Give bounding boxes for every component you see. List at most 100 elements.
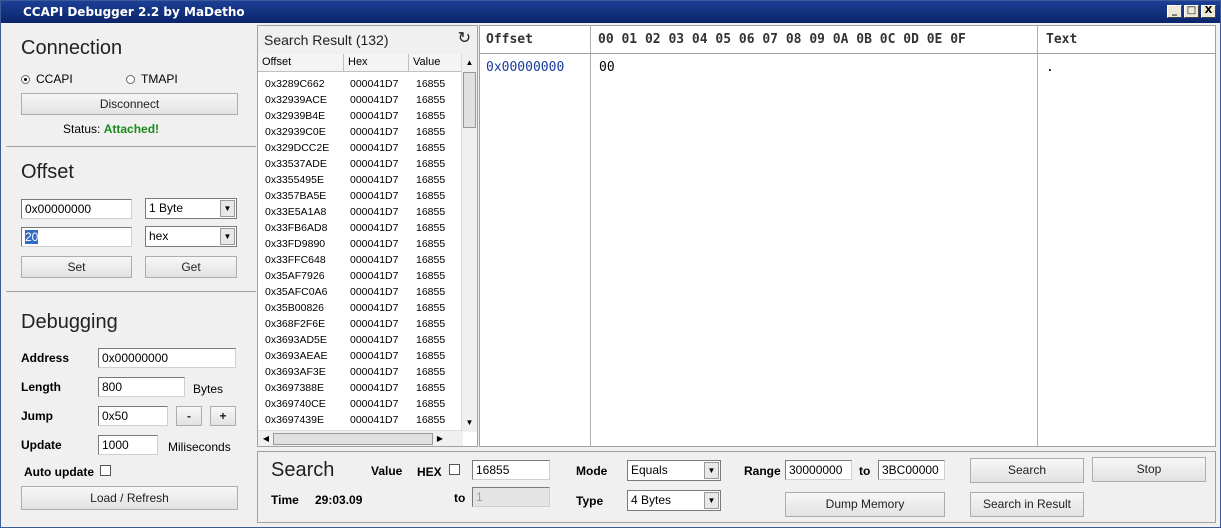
scroll-right-icon[interactable]: ▶	[433, 432, 447, 446]
scroll-up-icon[interactable]: ▲	[463, 56, 476, 70]
debug-address-input[interactable]: 0x00000000	[98, 348, 236, 368]
window-controls: _ □ X	[1167, 5, 1216, 18]
length-input[interactable]: 800	[98, 377, 185, 397]
search-value-input[interactable]: 16855	[472, 460, 550, 480]
results-horizontal-scrollbar[interactable]: ◀ ▶	[258, 430, 463, 446]
hex-row-text[interactable]: .	[1046, 60, 1054, 75]
jump-input[interactable]: 0x50	[98, 406, 168, 426]
chevron-down-icon: ▼	[220, 200, 235, 217]
disconnect-button[interactable]: Disconnect	[21, 93, 238, 115]
results-offset-cell: 0x368F2F6E	[265, 318, 326, 330]
refresh-icon[interactable]: ↻	[458, 31, 471, 47]
format-select[interactable]: hex ▼	[145, 226, 237, 247]
update-unit: Miliseconds	[168, 440, 231, 454]
results-value-cell: 16855	[416, 382, 446, 394]
size-select-value: 1 Byte	[149, 201, 184, 215]
set-button[interactable]: Set	[21, 256, 132, 278]
dump-memory-button[interactable]: Dump Memory	[785, 492, 945, 517]
results-offset-cell: 0x3357BA5E	[265, 190, 327, 202]
tmapi-label: TMAPI	[141, 72, 178, 86]
table-row[interactable]: 0x3357BA5E 000041D7 16855	[258, 188, 464, 204]
format-select-value: hex	[149, 229, 169, 243]
table-row[interactable]: 0x3693AD5E 000041D7 16855	[258, 332, 464, 348]
table-row[interactable]: 0x35AF7926 000041D7 16855	[258, 268, 464, 284]
table-row[interactable]: 0x33537ADE 000041D7 16855	[258, 156, 464, 172]
stop-button[interactable]: Stop	[1092, 457, 1206, 482]
table-row[interactable]: 0x33FFC648 000041D7 16855	[258, 252, 464, 268]
table-row[interactable]: 0x369740CE 000041D7 16855	[258, 396, 464, 412]
ccapi-radio[interactable]: CCAPI	[21, 72, 73, 86]
scroll-left-icon[interactable]: ◀	[259, 432, 273, 446]
search-to-input[interactable]: 1	[472, 487, 550, 507]
results-offset-cell: 0x32939C0E	[265, 126, 326, 138]
offset-value-input[interactable]: 20	[21, 227, 132, 247]
length-unit: Bytes	[193, 382, 224, 396]
table-row[interactable]: 0x32939B4E 000041D7 16855	[258, 108, 464, 124]
table-row[interactable]: 0x32939ACE 000041D7 16855	[258, 92, 464, 108]
table-row[interactable]: 0x3693AF3E 000041D7 16855	[258, 364, 464, 380]
mode-select[interactable]: Equals ▼	[627, 460, 721, 481]
table-row[interactable]: 0x33E5A1A8 000041D7 16855	[258, 204, 464, 220]
table-row[interactable]: 0x33FB6AD8 000041D7 16855	[258, 220, 464, 236]
search-title: Search	[271, 459, 335, 481]
minimize-button[interactable]: _	[1167, 5, 1182, 18]
hex-col-text: Text	[1038, 26, 1215, 54]
col-value-header[interactable]: Value	[409, 54, 462, 72]
offset-section: Offset 0x00000000 1 Byte ▼ 20 hex ▼ Set …	[6, 148, 256, 292]
table-row[interactable]: 0x3697388E 000041D7 16855	[258, 380, 464, 396]
results-vertical-scrollbar[interactable]: ▲ ▼	[461, 54, 477, 432]
debugging-section: Debugging Address 0x00000000 Length 800 …	[6, 293, 256, 523]
status-row: Status: Attached!	[63, 122, 159, 136]
search-in-result-button[interactable]: Search in Result	[970, 492, 1084, 517]
table-row[interactable]: 0x3693AEAE 000041D7 16855	[258, 348, 464, 364]
results-value-cell: 16855	[416, 318, 446, 330]
search-button[interactable]: Search	[970, 458, 1084, 483]
hex-row-bytes[interactable]: 00	[599, 60, 615, 75]
table-row[interactable]: 0x368F2F6E 000041D7 16855	[258, 316, 464, 332]
scroll-thumb[interactable]	[273, 433, 433, 445]
results-offset-cell: 0x32939ACE	[265, 94, 327, 106]
table-row[interactable]: 0x3355495E 000041D7 16855	[258, 172, 464, 188]
tmapi-radio[interactable]: TMAPI	[126, 72, 178, 86]
get-button[interactable]: Get	[145, 256, 237, 278]
scroll-thumb[interactable]	[463, 72, 476, 128]
close-button[interactable]: X	[1201, 5, 1216, 18]
maximize-button[interactable]: □	[1184, 5, 1199, 18]
table-row[interactable]: 0x33FD9890 000041D7 16855	[258, 236, 464, 252]
table-row[interactable]: 0x35AFC0A6 000041D7 16855	[258, 284, 464, 300]
to-label: to	[454, 491, 466, 505]
results-list: 0x3289C662 000041D7 16855 0x32939ACE 000041D…	[258, 76, 464, 428]
range-from-input[interactable]: 30000000	[785, 460, 852, 480]
connection-title: Connection	[21, 37, 123, 59]
range-to-input[interactable]: 3BC00000	[878, 460, 945, 480]
table-row[interactable]: 0x35B00826 000041D7 16855	[258, 300, 464, 316]
hex-row-offset[interactable]: 0x00000000	[486, 60, 564, 75]
auto-update-checkbox[interactable]	[100, 465, 111, 476]
results-offset-cell: 0x3355495E	[265, 174, 324, 186]
results-offset-cell: 0x32939B4E	[265, 110, 326, 122]
results-hex-cell: 000041D7	[350, 318, 399, 330]
col-hex-header[interactable]: Hex	[344, 54, 409, 72]
col-offset-header[interactable]: Offset	[258, 54, 344, 72]
load-refresh-button[interactable]: Load / Refresh	[21, 486, 238, 510]
scroll-down-icon[interactable]: ▼	[463, 416, 476, 430]
jump-minus-button[interactable]: -	[176, 406, 202, 426]
table-row[interactable]: 0x3697439E 000041D7 16855	[258, 412, 464, 428]
type-select[interactable]: 4 Bytes ▼	[627, 490, 721, 511]
table-row[interactable]: 0x3289C662 000041D7 16855	[258, 76, 464, 92]
results-offset-cell: 0x329DCC2E	[265, 142, 330, 154]
results-hex-cell: 000041D7	[350, 350, 399, 362]
results-hex-cell: 000041D7	[350, 286, 399, 298]
table-row[interactable]: 0x329DCC2E 000041D7 16855	[258, 140, 464, 156]
update-input[interactable]: 1000	[98, 435, 158, 455]
hex-checkbox[interactable]	[449, 464, 460, 475]
results-value-cell: 16855	[416, 94, 446, 106]
size-select[interactable]: 1 Byte ▼	[145, 198, 237, 219]
offset-address-input[interactable]: 0x00000000	[21, 199, 132, 219]
results-value-cell: 16855	[416, 398, 446, 410]
search-panel: Search Value HEX 16855 to 1 Time 29:03.0…	[257, 451, 1216, 523]
jump-plus-button[interactable]: +	[210, 406, 236, 426]
table-row[interactable]: 0x32939C0E 000041D7 16855	[258, 124, 464, 140]
title-bar: CCAPI Debugger 2.2 by MaDetho _ □ X	[1, 1, 1220, 23]
results-offset-cell: 0x3289C662	[265, 78, 325, 90]
